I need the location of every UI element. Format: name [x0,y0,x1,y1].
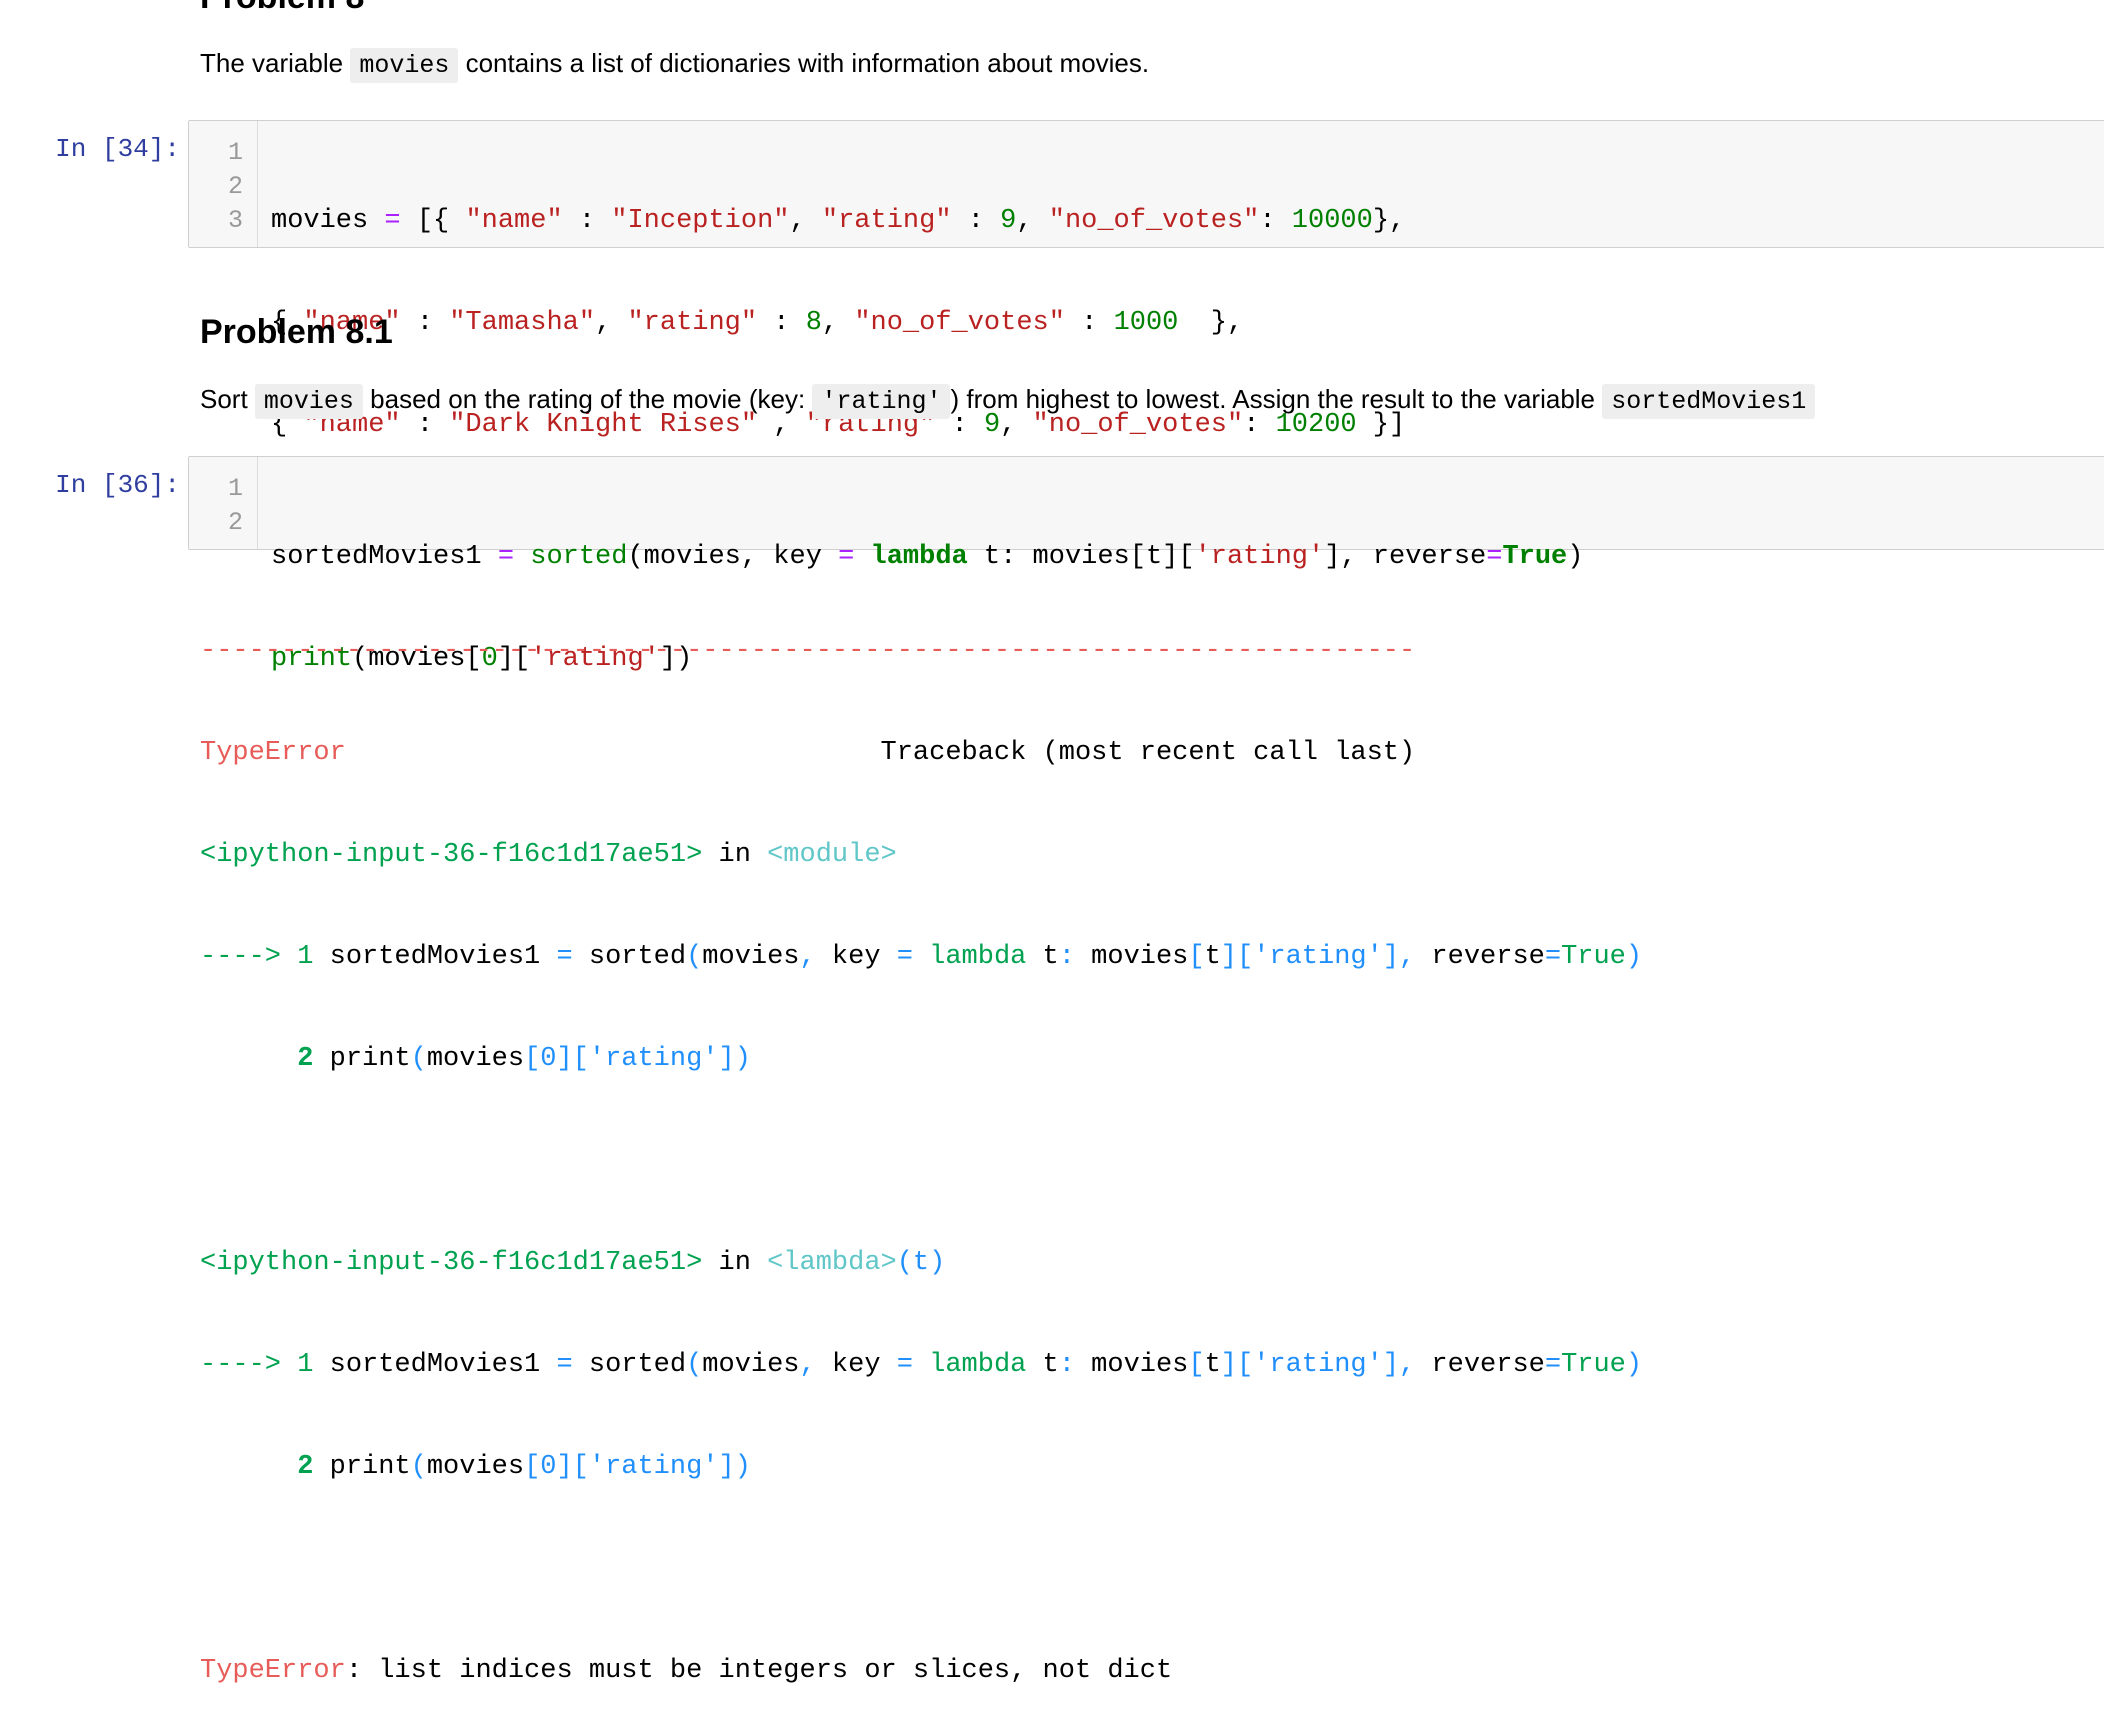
traceback-frame-location: <ipython-input-36-f16c1d17ae51> in <lamb… [200,1248,946,1278]
description-text: ) from highest to lowest. Assign the res… [950,384,1596,414]
traceback-code-line: ----> 1 sortedMovies1 = sorted(movies, k… [200,1350,1643,1380]
code-line: { "name" : "Tamasha", "rating" : 8, "no_… [271,308,1244,338]
error-message: : list indices must be integers or slice… [345,1656,1173,1686]
problem-8-1-description: Sort movies based on the rating of the m… [200,384,1816,419]
code-cell-36[interactable]: 1 2 sortedMovies1 = sorted(movies, key =… [188,456,2104,674]
inline-code-sortedmovies1: sortedMovies1 [1602,384,1816,419]
description-text: contains a list of dictionaries with inf… [465,48,1150,78]
cell-output-traceback: ----------------------------------------… [200,566,1642,1722]
traceback-code-line: ----> 1 sortedMovies1 = sorted(movies, k… [200,942,1643,972]
line-number-gutter: 1 2 [189,457,258,549]
inline-code-rating: 'rating' [812,384,951,419]
traceback-title: Traceback (most recent call last) [880,738,1416,768]
traceback-frame-location: <ipython-input-36-f16c1d17ae51> in <modu… [200,840,897,870]
line-number: 2 [227,508,243,537]
line-number: 1 [227,138,243,167]
inline-code-movies: movies [254,384,363,419]
line-number: 1 [227,474,243,503]
line-number: 3 [227,206,243,235]
error-type: TypeError [200,738,346,768]
cell-prompt-34: In [34]: [55,134,180,164]
code-cell-34[interactable]: 1 2 3 movies = [{ "name" : "Inception", … [188,120,2104,440]
description-text: The variable [200,48,344,78]
code-line: movies = [{ "name" : "Inception", "ratin… [271,206,1406,236]
traceback-error-message: TypeError: list indices must be integers… [200,1654,1642,1688]
problem-8-1-heading: Problem 8.1 [200,313,393,351]
description-text: based on the rating of the movie (key: [370,384,806,414]
problem-8-description: The variable movies contains a list of d… [200,48,1150,83]
code-editor[interactable]: movies = [{ "name" : "Inception", "ratin… [271,136,1405,510]
error-type: TypeError [200,1656,346,1686]
line-number: 2 [227,172,243,201]
traceback-code-line: 2 print(movies[0]['rating']) [297,1044,751,1074]
line-number-gutter: 1 2 3 [189,121,258,247]
traceback-separator: ----------------------------------------… [200,636,1416,666]
problem-8-heading: Problem 8 [200,0,364,17]
traceback-header: TypeError Traceback (most recent call la… [200,736,1642,770]
traceback-code-line: 2 print(movies[0]['rating']) [297,1452,751,1482]
cell-prompt-36: In [36]: [55,470,180,500]
description-text: Sort [200,384,248,414]
inline-code-movies: movies [350,48,459,83]
